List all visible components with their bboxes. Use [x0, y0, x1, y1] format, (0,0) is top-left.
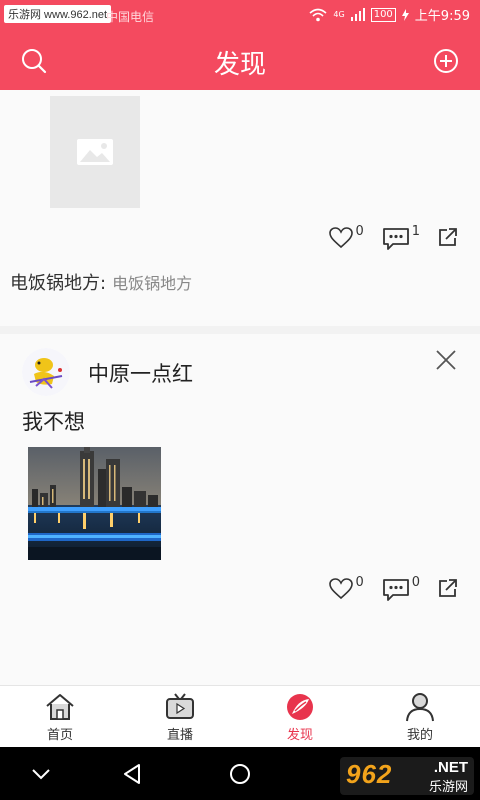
- comment-button[interactable]: 1: [382, 224, 420, 251]
- like-count: 0: [355, 575, 364, 590]
- comment-count: 0: [411, 575, 420, 590]
- tab-discover[interactable]: 发现: [240, 686, 360, 748]
- tab-label: 我的: [406, 728, 433, 743]
- add-circle-icon[interactable]: [432, 47, 460, 75]
- image-placeholder-icon: [77, 139, 113, 165]
- share-icon: [439, 228, 457, 246]
- home-button-icon[interactable]: [227, 761, 253, 787]
- like-button[interactable]: 0: [329, 575, 364, 600]
- system-indicators: 4G 100 上午9:59: [309, 5, 470, 24]
- logo-net: .NET: [433, 759, 468, 776]
- post-image-placeholder[interactable]: [50, 96, 140, 208]
- post-card: 0 1 电饭锅地方: 电饭锅地方: [0, 90, 480, 326]
- logo-subtitle: 乐游网: [428, 779, 468, 794]
- home-icon: [46, 694, 74, 720]
- clock: 上午9:59: [414, 9, 470, 24]
- avatar-image: [22, 348, 70, 396]
- site-watermark: 乐游网 www.962.net: [4, 5, 112, 23]
- comment-icon: [382, 579, 409, 601]
- tab-home[interactable]: 首页: [0, 686, 120, 748]
- tab-label: 直播: [166, 728, 193, 743]
- tv-icon: [166, 693, 194, 719]
- meta-label: 电饭锅地方:: [10, 273, 107, 294]
- post-text: 我不想: [22, 410, 85, 434]
- author-name[interactable]: 中原一点红: [88, 358, 193, 388]
- comment-count: 1: [411, 224, 420, 239]
- tab-label: 发现: [286, 728, 313, 743]
- meta-value: 电饭锅地方: [112, 274, 193, 293]
- carrier-label: 中国电信: [106, 10, 155, 24]
- back-icon[interactable]: [120, 761, 146, 787]
- bottom-tab-bar: 首页 直播 发现 我的: [0, 685, 480, 748]
- wifi-icon: [309, 8, 327, 21]
- post-actions: 0 0: [311, 575, 458, 602]
- share-button[interactable]: [438, 578, 458, 598]
- close-icon[interactable]: [434, 348, 458, 372]
- like-button[interactable]: 0: [329, 224, 364, 249]
- comment-button[interactable]: 0: [382, 575, 420, 602]
- share-icon: [439, 579, 457, 597]
- battery-indicator: 100: [370, 7, 396, 22]
- comment-icon: [382, 228, 409, 250]
- system-nav-bar: 962 .NET 乐游网: [0, 747, 480, 800]
- status-bar: 乐游网 www.962.net 中国电信 4G 100 上午9:59: [0, 0, 480, 30]
- city-night-photo: [28, 447, 161, 560]
- post-meta: 电饭锅地方: 电饭锅地方: [10, 269, 192, 295]
- like-count: 0: [355, 224, 364, 239]
- post-photo[interactable]: [28, 447, 161, 560]
- discover-icon: [287, 694, 313, 720]
- discover-feed[interactable]: 0 1 电饭锅地方: 电饭锅地方 中原一点红 我不想 0 0: [0, 90, 480, 685]
- signal-icon: [350, 8, 365, 21]
- tab-live[interactable]: 直播: [120, 686, 240, 748]
- app-header: 发现: [0, 30, 480, 90]
- chevron-down-icon[interactable]: [28, 761, 54, 787]
- heart-icon: [329, 227, 354, 249]
- share-button[interactable]: [438, 227, 458, 247]
- post-card: 中原一点红 我不想 0 0: [0, 334, 480, 685]
- post-actions: 0 1: [311, 224, 458, 251]
- avatar[interactable]: [22, 348, 70, 396]
- network-type-label: 4G: [333, 10, 345, 19]
- profile-icon: [406, 693, 434, 722]
- tab-label: 首页: [46, 728, 73, 743]
- site-logo-watermark: 962 .NET 乐游网: [340, 757, 474, 795]
- tab-profile[interactable]: 我的: [360, 686, 480, 748]
- page-title: 发现: [213, 50, 266, 80]
- heart-icon: [329, 578, 354, 600]
- logo-number: 962: [346, 759, 393, 789]
- charging-icon: [401, 8, 409, 21]
